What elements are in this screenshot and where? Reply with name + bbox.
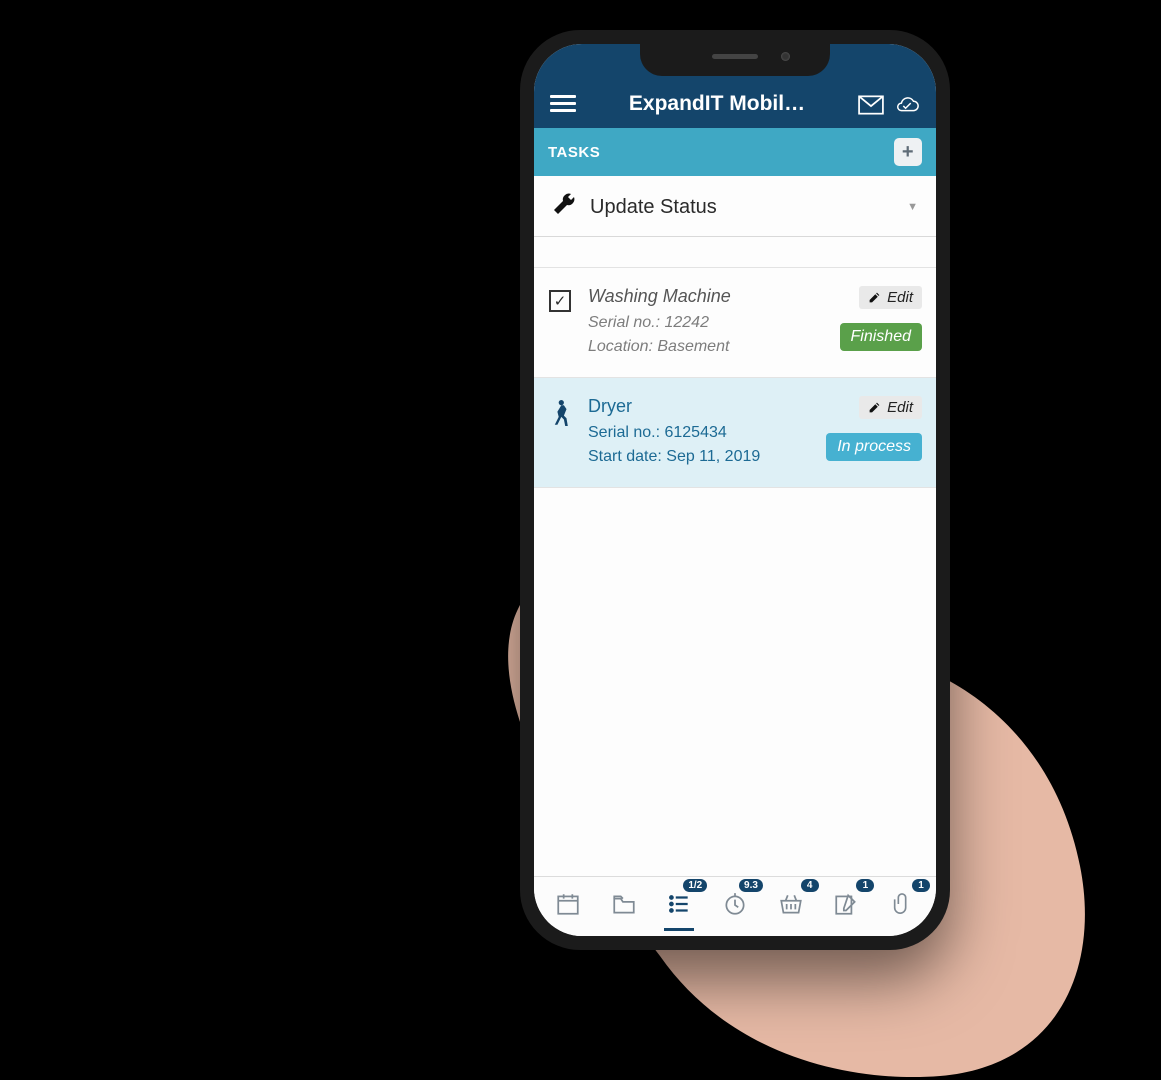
tab-basket[interactable]: 4 [770, 883, 812, 925]
cloud-sync-icon[interactable] [894, 94, 920, 116]
task-list: ✓ Washing Machine Serial no.: 12242 Loca… [534, 267, 936, 488]
phone-notch [640, 44, 830, 76]
edit-button[interactable]: Edit [859, 396, 922, 419]
add-task-button[interactable]: + [894, 138, 922, 166]
phone-frame: ExpandIT Mobil… TASKS + [520, 30, 950, 950]
tasks-header: TASKS + [534, 128, 936, 176]
tab-badge: 1 [912, 879, 930, 892]
tab-folder[interactable] [603, 883, 645, 925]
status-badge: Finished [840, 323, 922, 351]
mail-icon[interactable] [858, 94, 884, 116]
tab-time[interactable]: 9.3 [714, 883, 756, 925]
status-badge: In process [826, 433, 922, 461]
task-checkbox[interactable]: ✓ [548, 286, 572, 359]
tasks-label: TASKS [548, 144, 600, 161]
update-status-label: Update Status [590, 196, 717, 219]
tab-badge: 1 [856, 879, 874, 892]
edit-label: Edit [887, 399, 913, 416]
edit-button[interactable]: Edit [859, 286, 922, 309]
edit-label: Edit [887, 289, 913, 306]
tab-badge: 1/2 [683, 879, 707, 892]
tab-tasks[interactable]: 1/2 [658, 883, 700, 925]
tab-attachments[interactable]: 1 [881, 883, 923, 925]
task-extra: Start date: Sep 11, 2019 [588, 445, 810, 469]
task-extra: Location: Basement [588, 335, 824, 359]
task-serial: Serial no.: 12242 [588, 311, 824, 335]
app-title: ExpandIT Mobil… [576, 92, 858, 116]
tab-badge: 4 [801, 879, 819, 892]
task-row[interactable]: ✓ Washing Machine Serial no.: 12242 Loca… [534, 268, 936, 378]
phone-screen: ExpandIT Mobil… TASKS + [534, 44, 936, 936]
task-title: Washing Machine [588, 286, 824, 307]
menu-icon[interactable] [550, 91, 576, 116]
wrench-icon [552, 192, 576, 222]
update-status-row[interactable]: Update Status ▼ [534, 176, 936, 237]
task-row[interactable]: Dryer Serial no.: 6125434 Start date: Se… [534, 378, 936, 488]
task-title: Dryer [588, 396, 810, 417]
tab-bar: 1/2 9.3 4 1 1 [534, 876, 936, 936]
task-serial: Serial no.: 6125434 [588, 421, 810, 445]
walking-icon [548, 396, 572, 469]
tab-calendar[interactable] [547, 883, 589, 925]
tab-badge: 9.3 [739, 879, 763, 892]
chevron-down-icon: ▼ [907, 201, 918, 213]
tab-compose[interactable]: 1 [825, 883, 867, 925]
